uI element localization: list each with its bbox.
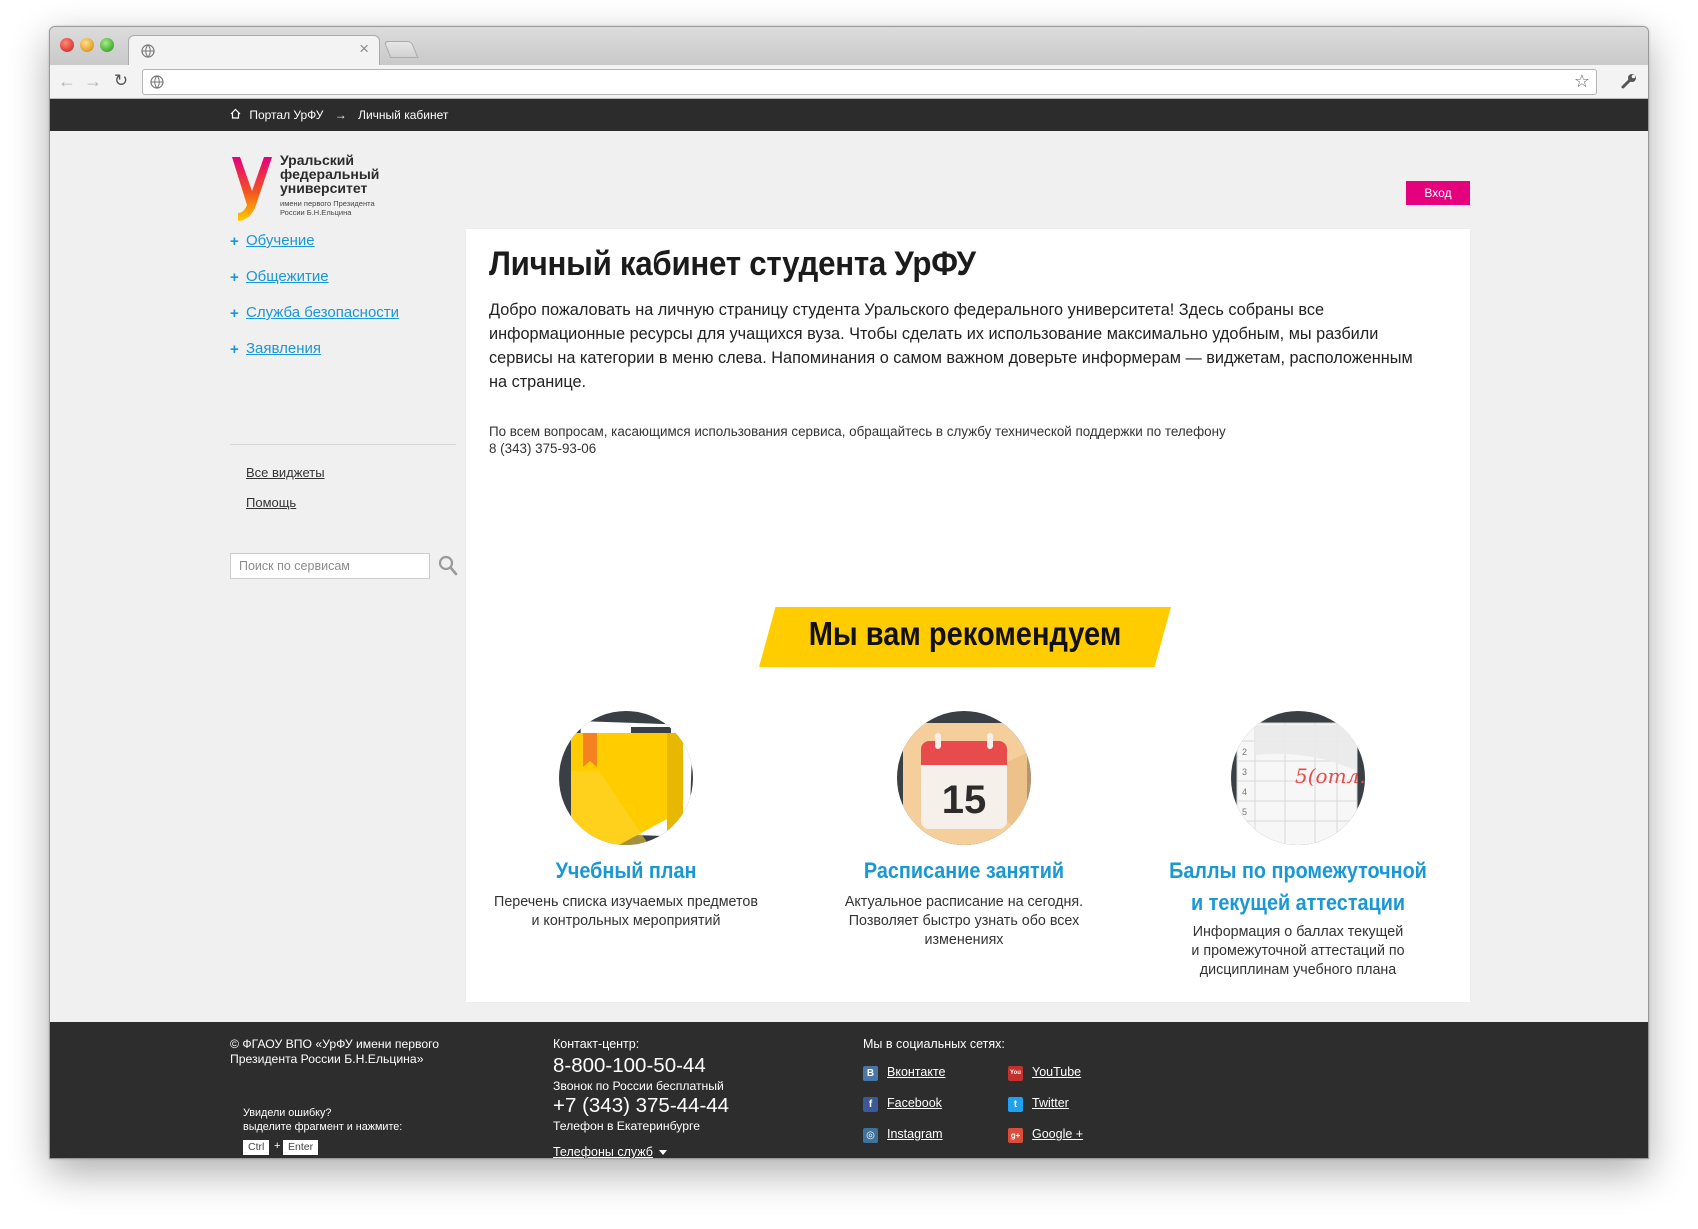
sidebar-divider — [230, 444, 456, 445]
all-widgets-link[interactable]: Все виджеты — [246, 465, 325, 480]
support-text: По всем вопросам, касающимся использован… — [489, 424, 1226, 439]
social-heading: Мы в социальных сетях: — [863, 1037, 1005, 1051]
service-phones-dropdown[interactable]: Телефоны служб — [553, 1145, 667, 1159]
globe-icon — [141, 44, 155, 58]
row-number: 3 — [1242, 767, 1247, 777]
phone-toll-free: 8-800-100-50-44 — [553, 1054, 706, 1077]
grade-mark: 5(отл.) — [1295, 764, 1365, 788]
sidebar-item-label[interactable]: Общежитие — [246, 268, 329, 285]
google-plus-icon: g+ — [1008, 1128, 1023, 1143]
row-number: 1 — [1242, 727, 1247, 737]
portal-topbar: Портал УрФУ → Личный кабинет — [50, 99, 1648, 131]
card-description: Актуальное расписание на сегодня. Позвол… — [844, 894, 1084, 948]
address-bar[interactable]: ☆ — [142, 69, 1597, 95]
close-tab-icon[interactable]: × — [359, 39, 369, 59]
breadcrumb-separator: → — [334, 107, 347, 122]
youtube-icon: You — [1008, 1066, 1023, 1081]
study-plan-folder-icon — [559, 711, 693, 845]
row-number: 4 — [1242, 787, 1247, 797]
home-icon — [230, 108, 241, 122]
globe-icon — [150, 75, 164, 89]
plus-icon: + — [230, 305, 239, 322]
calendar-icon: 15 — [897, 711, 1031, 845]
facebook-icon: f — [863, 1097, 878, 1112]
intro-text: Добро пожаловать на личную страницу студ… — [489, 301, 1413, 391]
plus-icon: + — [230, 341, 239, 358]
tab-strip: × — [50, 27, 1648, 65]
social-label[interactable]: YouTube — [1032, 1065, 1081, 1079]
social-label[interactable]: Twitter — [1032, 1096, 1069, 1110]
vk-icon: B — [863, 1066, 878, 1081]
social-label[interactable]: Вконтакте — [887, 1065, 945, 1079]
grades-sheet-icon: 1 2 3 4 5 5(отл.) — [1231, 711, 1365, 845]
browser-tab[interactable]: × — [128, 35, 380, 65]
sidebar-item-label[interactable]: Заявления — [246, 340, 321, 357]
social-label[interactable]: Google + — [1032, 1127, 1083, 1141]
logo-subtitle: имени первого Президента России Б.Н.Ельц… — [280, 199, 375, 217]
login-button[interactable]: Вход — [1406, 181, 1470, 205]
close-window-button[interactable] — [60, 38, 74, 52]
forward-arrow-icon[interactable]: → — [82, 69, 104, 93]
card-title[interactable]: Баллы по промежуточной и текущей аттеста… — [1163, 855, 1433, 919]
logo-title: Уральский федеральный университет — [280, 152, 380, 196]
card-title[interactable]: Учебный план — [491, 855, 761, 887]
social-label[interactable]: Facebook — [887, 1096, 942, 1110]
reload-icon[interactable]: ↻ — [110, 69, 132, 93]
key-plus: + — [274, 1140, 281, 1152]
ctrl-key: Ctrl — [243, 1140, 270, 1155]
social-label[interactable]: Instagram — [887, 1127, 943, 1141]
phone-ekb: +7 (343) 375-44-44 — [553, 1094, 730, 1117]
plus-icon: + — [230, 269, 239, 286]
plus-icon: + — [230, 233, 239, 250]
minimize-window-button[interactable] — [80, 38, 94, 52]
breadcrumb: Портал УрФУ → Личный кабинет — [230, 107, 448, 122]
university-logo[interactable]: Уральский федеральный университет имени … — [230, 153, 400, 223]
service-search-input[interactable] — [230, 553, 430, 579]
search-icon[interactable] — [438, 555, 458, 577]
error-report-hint: Увидели ошибку? выделите фрагмент и нажм… — [243, 1107, 403, 1133]
twitter-icon: t — [1008, 1097, 1023, 1112]
service-phones-label: Телефоны служб — [553, 1145, 653, 1159]
sidebar-item-label[interactable]: Служба безопасности — [246, 304, 399, 321]
contact-heading: Контакт-центр: — [553, 1037, 640, 1051]
help-link[interactable]: Помощь — [246, 495, 296, 510]
browser-toolbar: ← → ↻ ☆ — [50, 65, 1648, 99]
phone-ekb-note: Телефон в Екатеринбурге — [553, 1119, 700, 1133]
support-phone: 8 (343) 375-93-06 — [489, 441, 597, 456]
recommend-title: Мы вам рекомендуем — [808, 615, 1122, 652]
row-number: 5 — [1242, 807, 1247, 817]
urfu-logo-mark — [232, 157, 272, 221]
site-page: Портал УрФУ → Личный кабинет Уральский ф… — [50, 99, 1648, 1159]
footer-copyright: © ФГАОУ ВПО «УрФУ имени первого Президен… — [230, 1037, 440, 1066]
enter-key: Enter — [283, 1140, 319, 1155]
wrench-icon[interactable] — [1620, 72, 1638, 90]
back-arrow-icon[interactable]: ← — [56, 69, 78, 93]
card-description: Информация о баллах текущей и промежуточ… — [1191, 924, 1405, 978]
content-card: Личный кабинет студента УрФУ Добро пожал… — [466, 229, 1470, 1002]
new-tab-button[interactable] — [383, 41, 419, 58]
phone-toll-free-note: Звонок по России бесплатный — [553, 1079, 724, 1093]
site-footer: © ФГАОУ ВПО «УрФУ имени первого Президен… — [50, 1022, 1648, 1159]
breadcrumb-current: Личный кабинет — [358, 107, 449, 122]
breadcrumb-home-link[interactable]: Портал УрФУ — [249, 108, 323, 122]
sidebar-item-label[interactable]: Обучение — [246, 232, 315, 249]
bookmark-star-icon[interactable]: ☆ — [1574, 71, 1590, 92]
row-number: 2 — [1242, 747, 1247, 757]
browser-window: × ← → ↻ ☆ Портал УрФУ → Личный кабинет У… — [49, 26, 1649, 1159]
page-title: Личный кабинет студента УрФУ — [489, 245, 976, 283]
address-input[interactable] — [173, 72, 1553, 92]
card-title[interactable]: Расписание занятий — [829, 855, 1099, 887]
card-description: Перечень списка изучаемых предметов и ко… — [494, 894, 758, 929]
caret-down-icon — [658, 1150, 667, 1156]
instagram-icon: ◎ — [863, 1128, 878, 1143]
zoom-window-button[interactable] — [100, 38, 114, 52]
calendar-day: 15 — [942, 778, 987, 822]
